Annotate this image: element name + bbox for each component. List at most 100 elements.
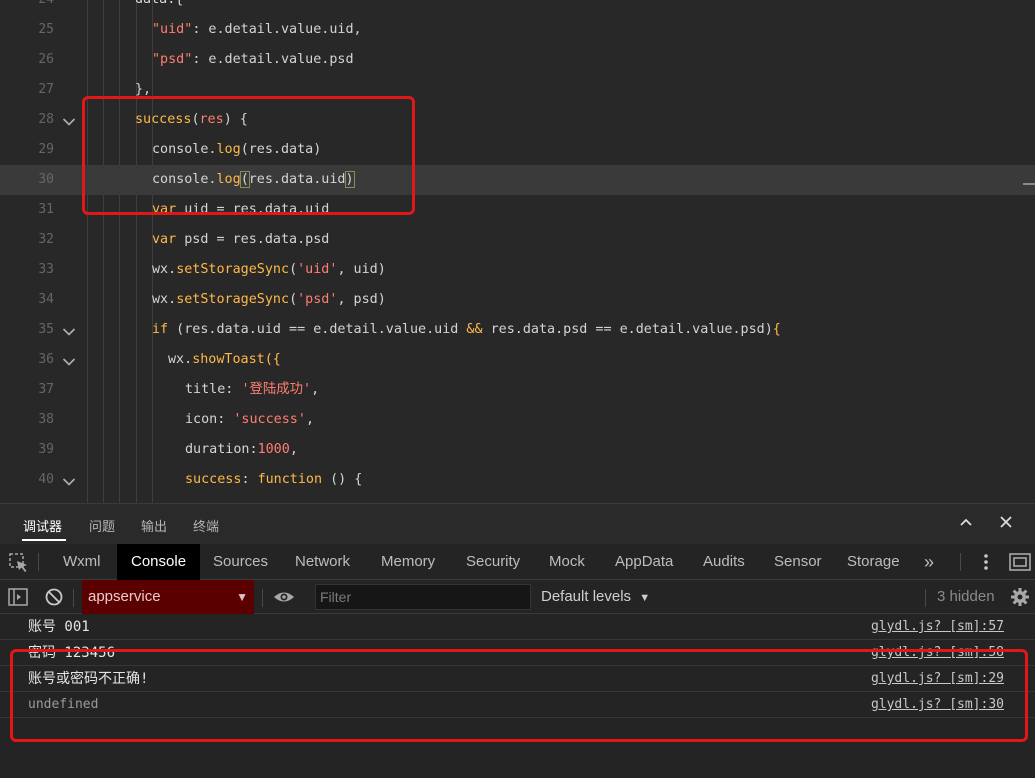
code-token: "uid"	[152, 22, 193, 37]
code-line[interactable]: 40 success: function () {	[0, 465, 1035, 495]
source-link[interactable]: glydl.js? [sm]:58	[871, 640, 1004, 666]
code-line[interactable]: 27},	[0, 75, 1035, 105]
line-number: 34	[38, 292, 54, 307]
divider	[73, 589, 74, 607]
line-number: 28	[38, 112, 54, 127]
code-line[interactable]: 39 duration:1000,	[0, 435, 1035, 465]
code-text: if (res.data.uid == e.detail.value.uid &…	[152, 315, 781, 345]
code-line[interactable]: 34 wx.setStorageSync('psd', psd)	[0, 285, 1035, 315]
code-token: console.	[152, 142, 217, 157]
code-line[interactable]: 32 var psd = res.data.psd	[0, 225, 1035, 255]
code-line[interactable]: 36 wx.showToast({	[0, 345, 1035, 375]
code-editor[interactable]: 24 data:{25 "uid": e.detail.value.uid, 26 "p…	[0, 0, 1035, 503]
clear-console-icon[interactable]	[44, 587, 64, 607]
console-prompt[interactable]	[0, 718, 1035, 744]
tab-problems[interactable]: 问题	[89, 516, 115, 535]
code-token: : e.detail.value.psd	[192, 52, 354, 67]
code-token: log	[216, 172, 241, 187]
scrollbar-marker[interactable]	[1023, 183, 1035, 185]
tab-security[interactable]: Security	[452, 544, 534, 580]
code-line[interactable]: 31 var uid = res.data.uid	[0, 195, 1035, 225]
code-token: ,	[305, 412, 314, 427]
tab-wxml[interactable]: Wxml	[49, 544, 115, 580]
code-line[interactable]: 33 wx.setStorageSync('uid', uid)	[0, 255, 1035, 285]
log-levels-value: Default levels	[541, 588, 632, 605]
console-row: 账号 001 glydl.js? [sm]:57	[0, 614, 1035, 640]
code-token: function	[257, 472, 323, 487]
code-token: success	[135, 112, 192, 127]
tab-mock[interactable]: Mock	[535, 544, 599, 580]
line-number: 24	[0, 0, 54, 15]
fold-chevron-icon[interactable]	[62, 474, 76, 486]
code-text: success: function () {	[185, 465, 362, 495]
code-line[interactable]: 28 success(res) {	[0, 105, 1035, 135]
source-link[interactable]: glydl.js? [sm]:29	[871, 666, 1004, 692]
tab-output[interactable]: 输出	[141, 516, 167, 535]
debugger-tabbar: 调试器 问题 输出 终端	[0, 503, 1035, 544]
code-line[interactable]: 35 if (res.data.uid == e.detail.value.uid…	[0, 315, 1035, 345]
gear-icon[interactable]	[1010, 587, 1030, 607]
devtools-panel: 调试器 问题 输出 终端 Wxml Console Sources Networ…	[0, 503, 1035, 778]
tab-terminal[interactable]: 终端	[193, 516, 219, 535]
fold-chevron-icon[interactable]	[62, 324, 76, 336]
log-levels-select[interactable]: Default levels ▼	[541, 580, 650, 614]
tab-network[interactable]: Network	[281, 544, 364, 580]
kebab-menu-icon[interactable]	[977, 552, 995, 572]
code-line[interactable]: 25 "uid": e.detail.value.uid,	[0, 15, 1035, 45]
code-token: uid = res.data.uid	[176, 202, 330, 217]
source-link[interactable]: glydl.js? [sm]:30	[871, 692, 1004, 718]
code-text: console.log(res.data.uid)	[152, 165, 355, 195]
context-select[interactable]: appservice ▼	[82, 580, 254, 614]
toggle-sidebar-icon[interactable]	[8, 587, 28, 607]
code-token: if	[152, 322, 169, 337]
divider	[925, 589, 926, 607]
code-line[interactable]: 24 data:{	[0, 0, 1035, 15]
close-icon[interactable]	[996, 514, 1016, 534]
tab-debugger[interactable]: 调试器	[23, 516, 62, 535]
code-token: 1000	[257, 442, 290, 457]
line-number: 25	[38, 22, 54, 37]
tab-memory[interactable]: Memory	[367, 544, 449, 580]
tab-console[interactable]: Console	[117, 544, 201, 580]
code-line[interactable]: 38 icon: 'success',	[0, 405, 1035, 435]
more-tabs-button[interactable]: »	[910, 544, 948, 580]
tab-storage[interactable]: Storage	[833, 544, 914, 580]
code-token: , uid)	[337, 262, 386, 277]
chevron-up-icon[interactable]	[956, 514, 976, 534]
inspect-element-icon[interactable]	[8, 552, 30, 574]
line-number: 35	[38, 322, 54, 337]
code-token: ) {	[223, 112, 248, 127]
code-text: "psd": e.detail.value.psd	[152, 45, 354, 75]
dock-side-icon[interactable]	[1008, 551, 1032, 573]
line-number: 33	[38, 262, 54, 277]
code-token: (	[191, 112, 200, 127]
code-token: 'success'	[233, 412, 306, 427]
fold-chevron-icon[interactable]	[62, 354, 76, 366]
code-token: (res.data)	[240, 142, 322, 157]
code-token: res	[199, 112, 224, 127]
hidden-count: 3 hidden	[937, 588, 995, 605]
line-number: 38	[38, 412, 54, 427]
code-text: title: '登陆成功',	[185, 375, 319, 405]
filter-input[interactable]: Filter	[315, 584, 531, 610]
line-number: 27	[38, 82, 54, 97]
code-token: res.data.uid	[248, 172, 346, 187]
code-line[interactable]: 30 console.log(res.data.uid)	[0, 165, 1035, 195]
line-number: 36	[38, 352, 54, 367]
eye-icon[interactable]	[272, 587, 296, 607]
code-token: (res.data.uid == e.detail.value.uid	[168, 322, 467, 337]
tab-sensor[interactable]: Sensor	[760, 544, 836, 580]
code-line[interactable]: 26 "psd": e.detail.value.psd	[0, 45, 1035, 75]
tab-audits[interactable]: Audits	[689, 544, 759, 580]
code-token: wx.	[152, 262, 177, 277]
code-line[interactable]: 37 title: '登陆成功',	[0, 375, 1035, 405]
code-token: wx.	[168, 352, 193, 367]
tab-sources[interactable]: Sources	[199, 544, 282, 580]
code-line[interactable]: 29 console.log(res.data)	[0, 135, 1035, 165]
code-token: 'uid'	[297, 262, 338, 277]
code-token: var	[152, 232, 177, 247]
source-link[interactable]: glydl.js? [sm]:57	[871, 614, 1004, 640]
tab-appdata[interactable]: AppData	[601, 544, 687, 580]
fold-chevron-icon[interactable]	[62, 114, 76, 126]
code-token: var	[152, 202, 177, 217]
